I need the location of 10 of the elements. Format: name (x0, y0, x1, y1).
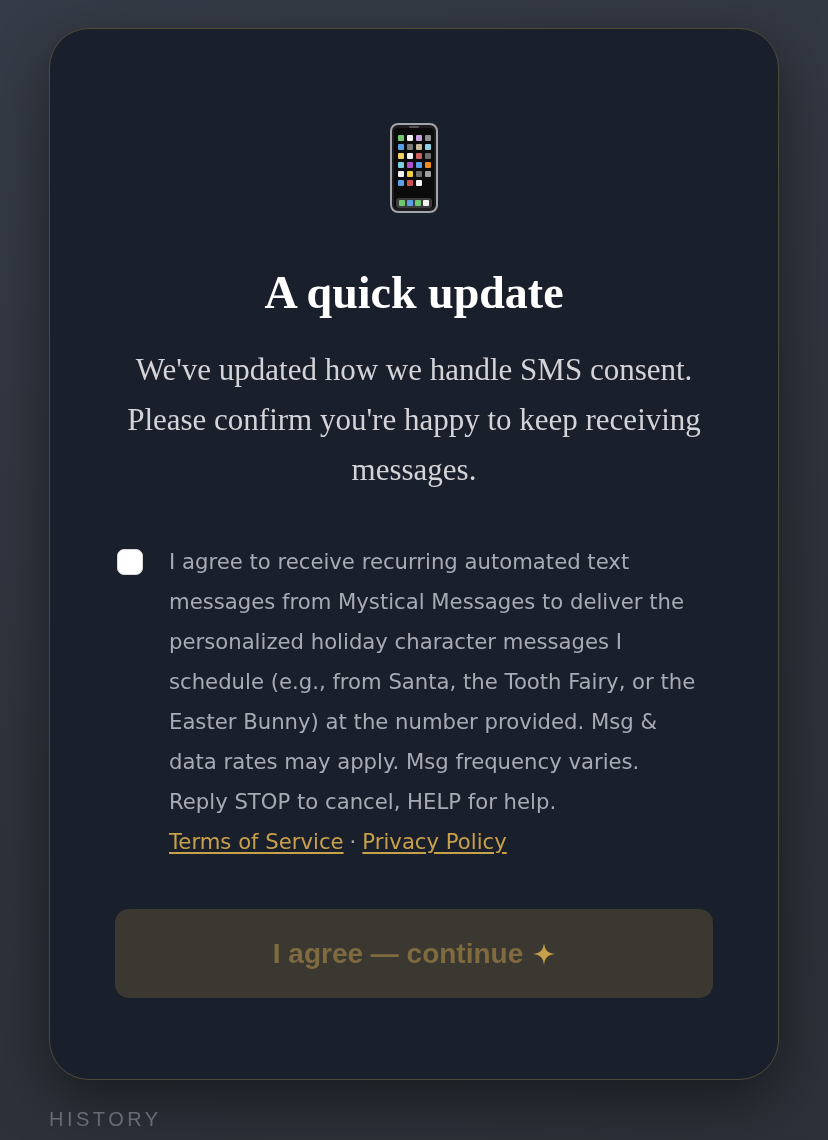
sparkle-icon (533, 942, 556, 965)
consent-text: I agree to receive recurring automated text messages from Mystical Messages to deliver the personalized holiday character messages I schedule (e.g., from Santa, the Tooth Fairy, or the Easter Bunny) at the number provided. Msg & data rates may apply. Msg frequency varies. Reply STOP to cancel, HELP for help. (169, 548, 697, 816)
dialog-title: A quick update (264, 266, 564, 320)
legal-link[interactable]: Privacy Policy (362, 822, 507, 862)
mobile-phone-icon (390, 123, 438, 213)
section-heading: HISTORY (49, 1107, 162, 1131)
dialog-message: We've updated how we handle SMS consent. Please confirm you're happy to keep receiving messages. (126, 351, 702, 489)
link-separator: · (349, 828, 357, 856)
consent-checkbox[interactable] (117, 549, 143, 575)
legal-link[interactable]: Terms of Service (169, 822, 344, 862)
